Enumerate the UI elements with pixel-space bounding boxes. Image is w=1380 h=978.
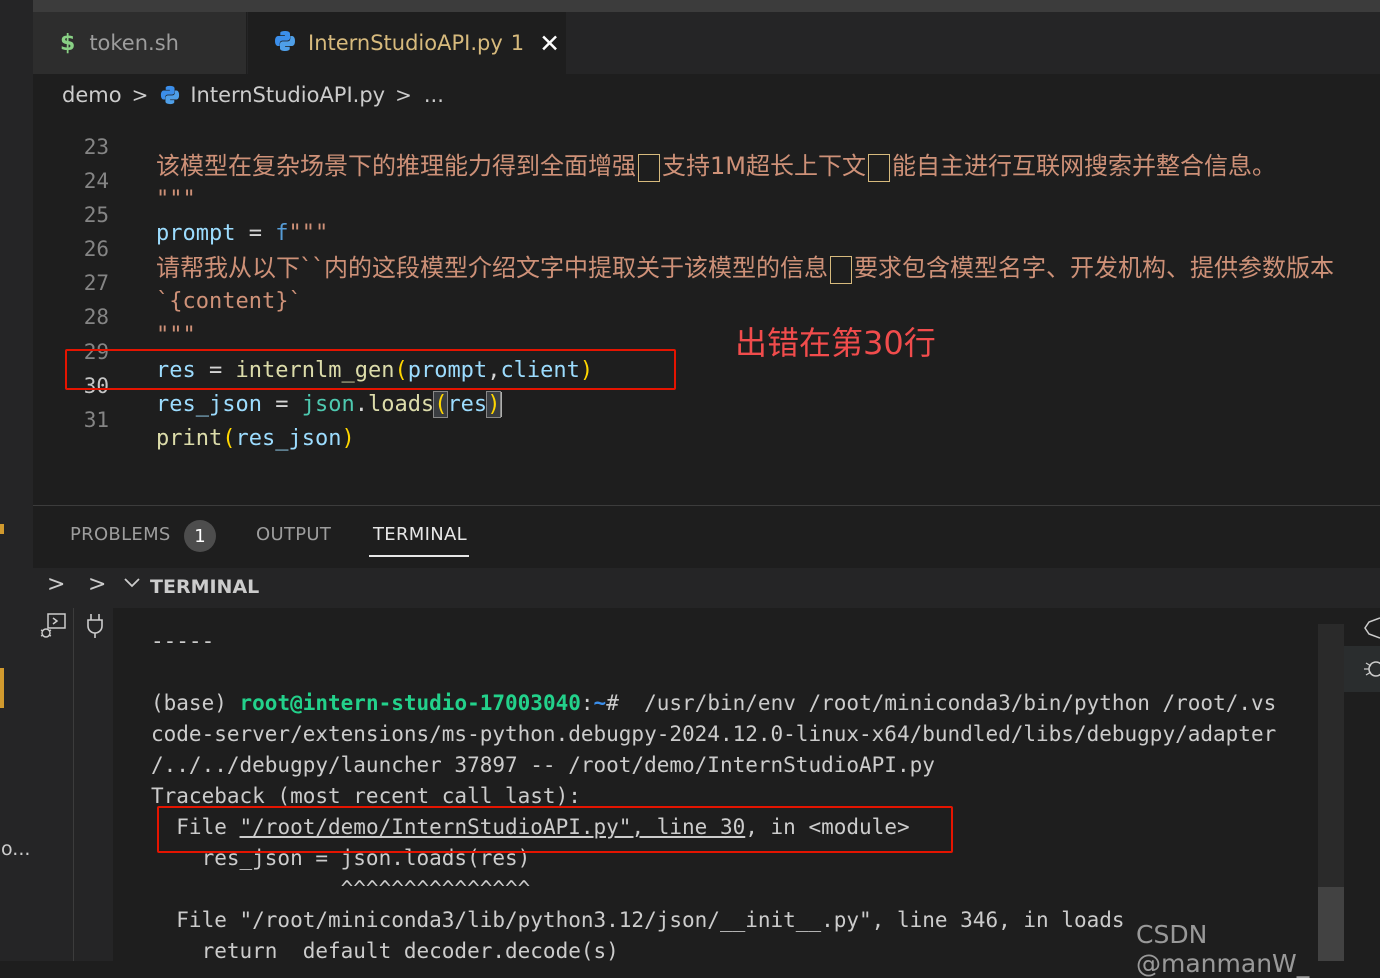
- activity-active-indicator: [0, 668, 4, 708]
- error-annotation: 出错在第30行: [735, 324, 936, 362]
- error-highlight-box: [65, 349, 676, 390]
- activity-bar: o...: [0, 0, 33, 961]
- code-line: 23 该模型在复杂场景下的推理能力得到全面增强 支持1M超长上下文 能自主进行互联网…: [33, 116, 1380, 182]
- code-line: 28 """: [33, 281, 1380, 348]
- terminal-line: -----: [151, 629, 215, 653]
- close-icon[interactable]: ✕: [539, 29, 560, 58]
- plug-icon[interactable]: [83, 612, 107, 644]
- tab-label: token.sh: [89, 31, 179, 55]
- code-line: 26 请帮我从以下``内的这段模型介绍文字中提取关于该模型的信息 要求包含模型名字…: [33, 213, 1380, 284]
- chevron-right-icon: >: [395, 83, 412, 107]
- code-line: 24 """: [33, 145, 1380, 212]
- chevron-down-icon[interactable]: [122, 572, 142, 598]
- tab-output[interactable]: OUTPUT: [256, 524, 331, 545]
- chevron-right-icon: >: [131, 83, 149, 107]
- terminal-output[interactable]: ----- (base) root@intern-studio-17003040…: [113, 608, 1318, 961]
- editor-tab-bar: $ token.sh InternStudioAPI.py 1 ✕: [33, 12, 1380, 74]
- terminal-line: File "/root/miniconda3/lib/python3.12/js…: [151, 908, 1125, 932]
- title-strip: [33, 0, 1380, 12]
- breadcrumb-folder[interactable]: demo: [62, 83, 122, 107]
- tab-terminal[interactable]: TERMINAL: [373, 524, 467, 545]
- breadcrumb-more[interactable]: ...: [424, 83, 444, 107]
- more-actions-icon[interactable]: o...: [1, 838, 30, 860]
- activity-indicator: [0, 524, 4, 534]
- error-highlight-box: [157, 806, 953, 853]
- tab-problems[interactable]: PROBLEMS: [70, 524, 171, 545]
- shell-dollar-icon: $: [60, 30, 76, 56]
- terminal-prompt-line: (base) root@intern-studio-17003040:~# /u…: [151, 691, 1277, 715]
- code-line: 27 `{content}`: [33, 247, 1380, 314]
- watermark: CSDN @manmanW_: [1136, 920, 1310, 978]
- terminal-sidebar: [33, 608, 113, 961]
- terminal-section-header[interactable]: > > TERMINAL: [33, 568, 1380, 608]
- active-tab-indicator: [369, 555, 469, 557]
- code-line: 25 prompt = f""": [33, 179, 1380, 246]
- python-icon: [274, 30, 296, 57]
- line-number: 31: [83, 408, 109, 432]
- code-line: 29 res = internlm_gen(prompt,client): [33, 316, 1380, 383]
- debug-icon[interactable]: [1362, 654, 1380, 688]
- terminal-line: return _default_decoder.decode(s): [151, 939, 619, 961]
- terminal-line: ^^^^^^^^^^^^^^^: [151, 877, 531, 901]
- shell-icon[interactable]: [1363, 614, 1380, 646]
- tab-problem-count: 1: [510, 31, 525, 55]
- terminal-line: /../../debugpy/launcher 37897 -- /root/d…: [151, 753, 935, 777]
- chevron-right-icon[interactable]: >: [88, 572, 106, 597]
- terminal-section-title: TERMINAL: [150, 576, 260, 598]
- debug-console-icon[interactable]: [38, 612, 68, 646]
- chevron-right-icon[interactable]: >: [47, 572, 65, 597]
- code-editor[interactable]: 23 该模型在复杂场景下的推理能力得到全面增强 支持1M超长上下文 能自主进行互联网…: [33, 116, 1380, 506]
- problems-count-badge: 1: [184, 520, 216, 552]
- terminal-list: [1344, 608, 1380, 961]
- breadcrumb-file[interactable]: InternStudioAPI.py: [190, 83, 385, 107]
- terminal-line: code-server/extensions/ms-python.debugpy…: [151, 722, 1277, 746]
- tab-token-sh[interactable]: $ token.sh: [33, 12, 247, 74]
- python-icon: [160, 85, 180, 105]
- panel-tab-bar: PROBLEMS 1 OUTPUT TERMINAL: [33, 506, 1380, 568]
- code-text: print(res_json): [156, 426, 355, 451]
- breadcrumb: demo > InternStudioAPI.py > ...: [33, 74, 1380, 116]
- tab-internstudioapi-py[interactable]: InternStudioAPI.py 1 ✕: [248, 12, 566, 74]
- tab-label: InternStudioAPI.py: [308, 31, 503, 55]
